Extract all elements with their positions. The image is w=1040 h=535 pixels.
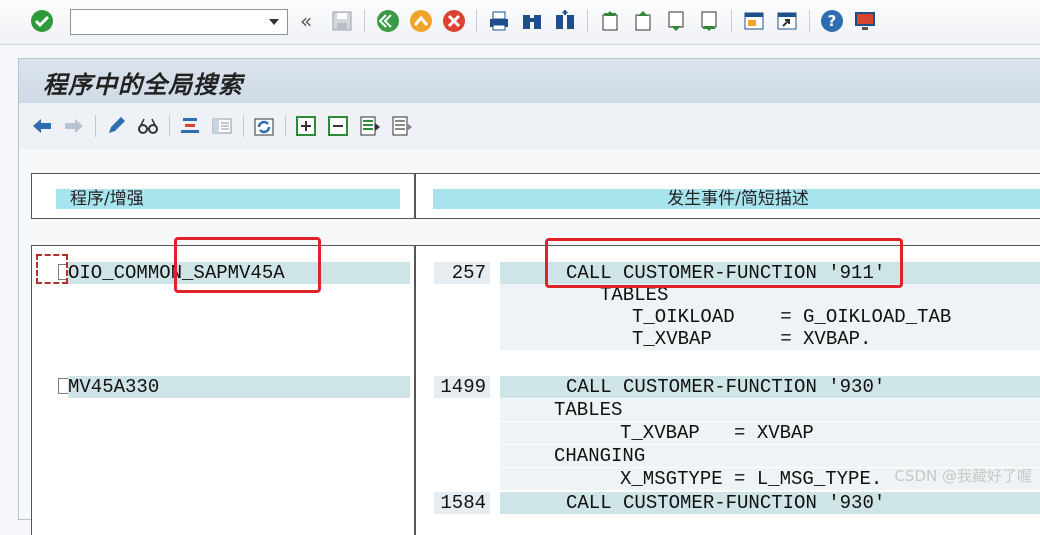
focus-marker [36,254,68,284]
previous-page-icon[interactable] [631,9,655,33]
select-block-icon[interactable] [359,115,381,137]
program-header-label: 程序/增强 [56,189,400,209]
program-column-header: 程序/增强 [31,173,415,219]
toolbar-separator [587,10,588,32]
print-icon[interactable] [487,9,511,33]
glasses-icon[interactable] [137,115,159,137]
code-line: CALL CUSTOMER-FUNCTION '930' [500,492,1040,514]
toolbar-separator [809,10,810,32]
code-line: T_XVBAP = XVBAP. [500,328,1040,350]
program-name[interactable]: MV45A330 [68,376,410,398]
code-line: CALL CUSTOMER-FUNCTION '930' [500,376,1040,398]
line-number[interactable]: 1499 [434,376,490,398]
last-page-icon[interactable] [697,9,721,33]
title-bar: 程序中的全局搜索 [19,59,1040,103]
expand-all-icon[interactable] [295,115,317,137]
occurrence-header-label: 发生事件/简短描述 [433,189,1040,209]
toolbar-separator [476,10,477,32]
find-icon[interactable] [520,9,544,33]
annotation-highlight-box [174,237,321,293]
hierarchy-icon[interactable] [179,115,201,137]
collapse-all-icon[interactable] [327,115,349,137]
arrow-left-icon[interactable] [31,115,53,137]
find-next-icon[interactable] [553,9,577,33]
pencil-icon[interactable] [105,115,127,137]
toolbar-separator [243,115,244,137]
svg-text:?: ? [828,12,837,30]
list-view-icon[interactable] [211,115,233,137]
deselect-block-icon[interactable] [391,115,413,137]
first-page-icon[interactable] [598,9,622,33]
help-icon[interactable]: ? [820,9,844,33]
toolbar-separator [364,10,365,32]
code-line: T_XVBAP = XVBAP [500,422,1040,444]
chevron-down-icon[interactable] [269,19,279,25]
refresh-icon[interactable] [253,115,275,137]
main-window: 程序中的全局搜索 程序/增强 发生事件/简短描述 OIO_COMMON_SAPM… [18,58,1040,535]
code-line: T_OIKLOAD = G_OIKLOAD_TAB [500,306,1040,328]
line-number[interactable]: 1584 [434,492,490,514]
new-session-icon[interactable] [742,9,766,33]
exit-icon[interactable] [409,9,433,33]
line-number[interactable]: 257 [434,262,490,284]
toolbar-separator [95,115,96,137]
toolbar-separator [169,115,170,137]
page-title: 程序中的全局搜索 [43,70,243,99]
shortcut-icon[interactable] [775,9,799,33]
next-page-icon[interactable] [664,9,688,33]
application-toolbar [19,103,1040,150]
save-icon[interactable] [330,9,354,33]
code-line: CHANGING [500,445,1040,467]
search-results-area: 程序/增强 发生事件/简短描述 OIO_COMMON_SAPMV45A MV45… [19,149,1040,535]
toolbar-separator [285,115,286,137]
command-field[interactable] [70,9,288,35]
enter-icon[interactable] [30,9,54,33]
annotation-highlight-box [545,238,903,288]
back-icon[interactable] [376,9,400,33]
arrow-right-icon[interactable] [63,115,85,137]
customize-layout-icon[interactable] [853,9,877,33]
cancel-icon[interactable] [442,9,466,33]
watermark: CSDN @我藏好了喔 [894,467,1032,485]
system-toolbar: « ? [0,0,1040,45]
occurrence-column-header: 发生事件/简短描述 [415,173,1040,219]
occurrence-column: 257 CALL CUSTOMER-FUNCTION '911' TABLES … [415,245,1040,535]
toolbar-separator [731,10,732,32]
code-line: TABLES [500,399,1040,421]
collapse-command-field-button[interactable]: « [300,9,312,33]
